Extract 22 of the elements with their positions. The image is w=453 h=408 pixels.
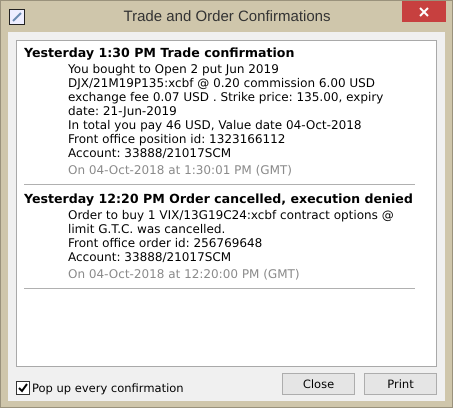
message-text: Account: 33888/21017SCM [68, 250, 232, 264]
dialog-button[interactable]: Print [364, 373, 437, 395]
window-title: Trade and Order Confirmations [122, 8, 332, 25]
checkbox-label: Pop up every confirmation [32, 381, 184, 395]
message-text: You bought to Open 2 put Jun 2019 [68, 62, 279, 76]
message-timestamp: On 04-Oct-2018 at 1:30:01 PM (GMT) [68, 163, 292, 177]
message-text: limit G.T.C. was cancelled. [68, 222, 226, 236]
message-text: Front office position id: 1323166112 [68, 132, 286, 146]
message-timestamp: On 04-Oct-2018 at 12:20:00 PM (GMT) [68, 267, 300, 281]
message-text: date: 21-Jun-2019 [68, 104, 177, 118]
message-text: DJX/21M19P135:xcbf @ 0.20 commission 6.00 USD [68, 76, 376, 90]
message-text: In total you pay 46 USD, Value date 04-Oct-2018 [68, 118, 362, 132]
message-heading: Yesterday 12:20 PM Order cancelled, execution denied [24, 191, 414, 206]
message-text: Order to buy 1 VIX/13G19C24:xcbf contract options @ [68, 208, 394, 222]
message-heading: Yesterday 1:30 PM Trade confirmation [24, 45, 296, 60]
close-icon[interactable] [402, 1, 446, 22]
message-text: Front office order id: 256769648 [68, 236, 262, 250]
message-text: exchange fee 0.07 USD . Strike price: 135.00, expiry [68, 90, 384, 104]
dialog-button[interactable]: Close [282, 373, 355, 395]
app-icon [9, 8, 25, 24]
message-text: Account: 33888/21017SCM [68, 146, 232, 160]
checkbox[interactable] [16, 381, 30, 395]
